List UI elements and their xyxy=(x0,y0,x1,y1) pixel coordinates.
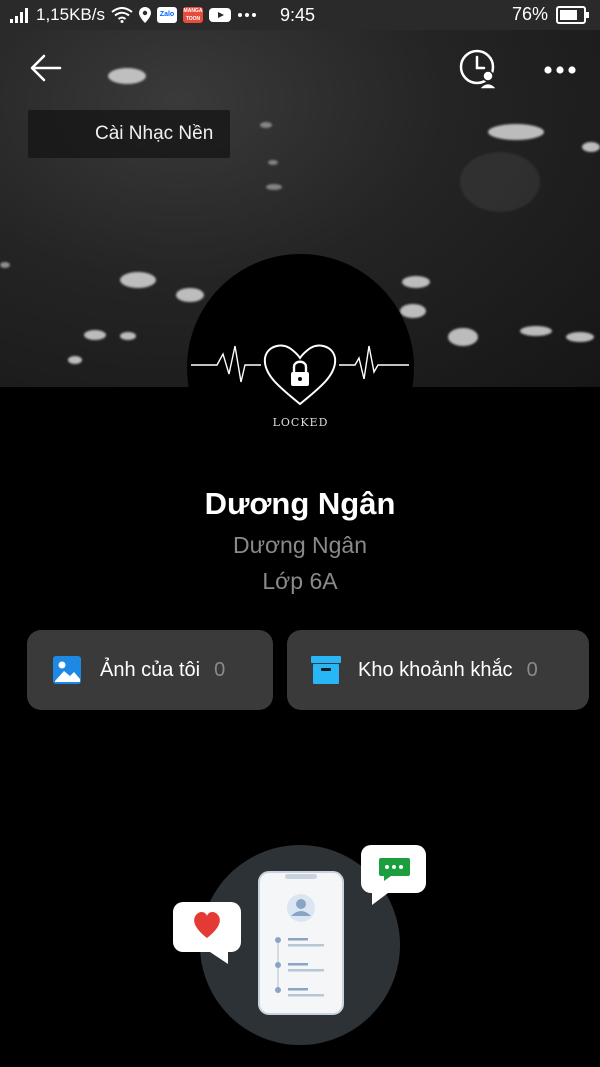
empty-state-illustration xyxy=(173,845,426,1045)
more-dots-icon[interactable] xyxy=(540,56,580,84)
moments-store-label: Kho khoảnh khắc xyxy=(358,658,513,681)
back-button[interactable] xyxy=(28,50,64,86)
locked-caption: LOCKED xyxy=(272,416,329,429)
heartbeat-lock-icon xyxy=(191,344,409,406)
archive-box-icon xyxy=(311,656,341,684)
moments-store-count: 0 xyxy=(526,658,538,681)
my-photos-count: 0 xyxy=(214,658,226,681)
my-photos-label: Ảnh của tôi xyxy=(100,658,201,681)
battery-percent: 76% xyxy=(511,4,548,24)
profile-name: Dương Ngân xyxy=(204,486,396,521)
status-bar: 1,15KB/s Zalo MANGA TOON 9:45 76% xyxy=(0,0,600,30)
location-icon xyxy=(139,7,151,23)
more-notifications-icon xyxy=(238,13,256,17)
my-photos-button[interactable]: Ảnh của tôi 0 xyxy=(27,630,273,710)
clock: 9:45 xyxy=(280,5,316,25)
signal-icon xyxy=(10,8,28,23)
image-icon xyxy=(53,656,81,684)
clock-person-icon[interactable] xyxy=(458,48,500,90)
net-speed: 1,15KB/s xyxy=(36,5,105,24)
mangatoon-app-icon: MANGA TOON xyxy=(183,7,203,23)
profile-subname: Dương Ngân xyxy=(232,532,368,558)
youtube-icon xyxy=(209,8,231,22)
battery-icon xyxy=(556,5,589,24)
wifi-icon xyxy=(111,7,133,23)
background-music-button[interactable]: Cài Nhạc Nền xyxy=(28,110,230,158)
profile-class: Lớp 6A xyxy=(262,568,338,594)
avatar[interactable]: LOCKED xyxy=(187,254,414,481)
moments-store-button[interactable]: Kho khoảnh khắc 0 xyxy=(287,630,589,710)
background-music-label: Cài Nhạc Nền xyxy=(95,123,214,144)
zalo-app-icon: Zalo xyxy=(157,7,177,23)
